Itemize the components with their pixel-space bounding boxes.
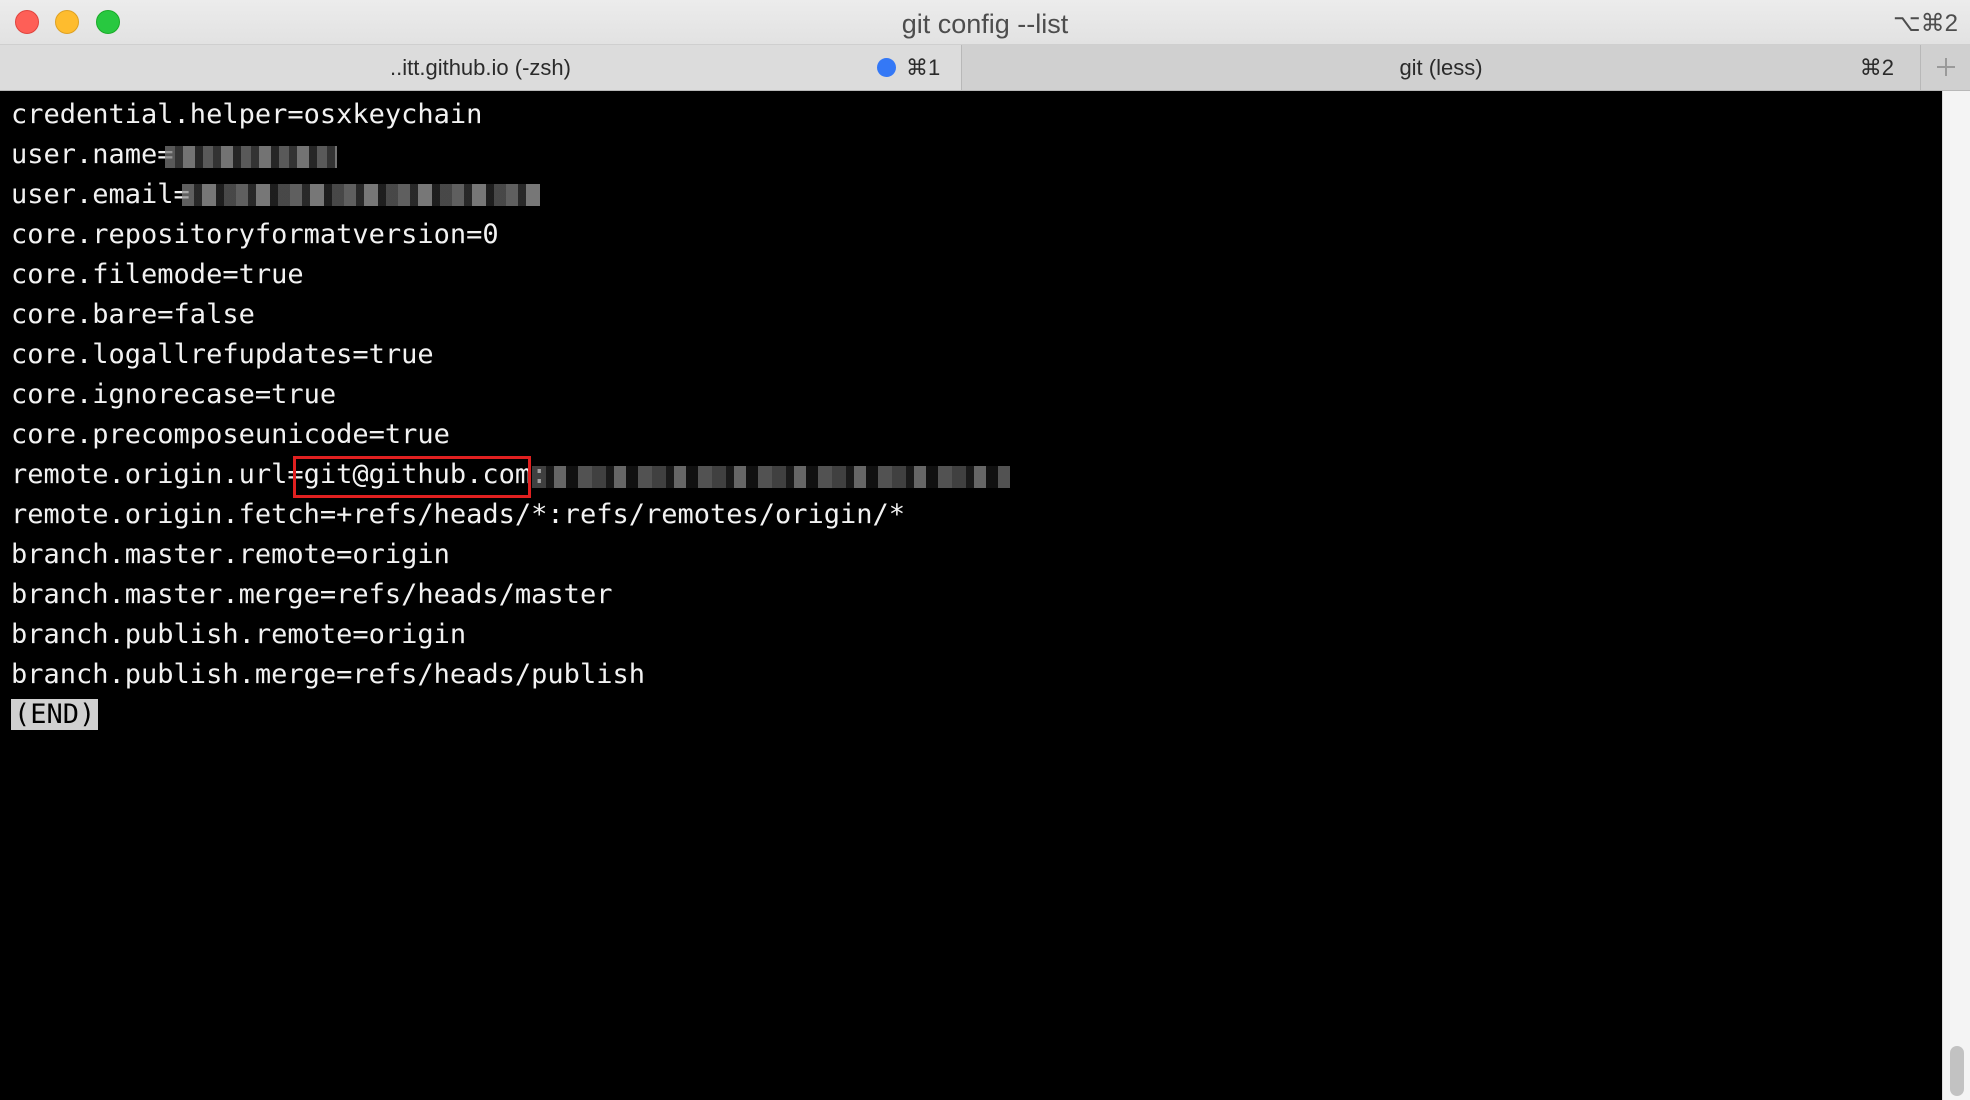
pager-end-marker: (END) — [11, 699, 99, 730]
terminal-window: git config --list ⌥⌘2 ..itt.github.io (-… — [0, 0, 1970, 1100]
terminal-line: credential.helper=osxkeychain — [11, 99, 483, 130]
redacted-user-name — [165, 146, 337, 168]
terminal-line: core.logallrefupdates=true — [11, 339, 434, 370]
redacted-repo-path — [532, 466, 1010, 488]
terminal-line: core.filemode=true — [11, 259, 304, 290]
terminal-line: branch.master.remote=origin — [11, 539, 450, 570]
highlight-annotation-box — [293, 456, 531, 498]
terminal-line: branch.master.merge=refs/heads/master — [11, 579, 613, 610]
tab-bar: ..itt.github.io (-zsh) ⌘1 git (less) ⌘2 — [0, 45, 1970, 91]
terminal-line: core.bare=false — [11, 299, 255, 330]
tab-zsh[interactable]: ..itt.github.io (-zsh) ⌘1 — [0, 45, 962, 90]
vertical-scrollbar[interactable] — [1942, 91, 1970, 1100]
tab-label: git (less) — [1399, 55, 1483, 80]
activity-dot-icon — [877, 58, 896, 77]
scrollbar-thumb[interactable] — [1950, 1046, 1964, 1096]
tab-git-less[interactable]: git (less) ⌘2 — [962, 45, 1920, 90]
terminal-line: core.precomposeunicode=true — [11, 419, 450, 450]
terminal-output[interactable]: credential.helper=osxkeychain user.name=… — [0, 91, 1942, 1100]
tab-label: ..itt.github.io (-zsh) — [390, 55, 571, 80]
terminal-line: branch.publish.remote=origin — [11, 619, 467, 650]
terminal-line: remote.origin.fetch=+refs/heads/*:refs/r… — [11, 499, 906, 530]
new-tab-button[interactable] — [1920, 45, 1970, 90]
pager-end-line: (END) — [11, 695, 99, 735]
title-bar[interactable]: git config --list ⌥⌘2 — [0, 0, 1970, 45]
tab-shortcut: ⌘2 — [1859, 55, 1894, 80]
terminal-line: user.name= — [11, 139, 174, 170]
terminal-line: user.email= — [11, 179, 190, 210]
terminal-line: core.repositoryformatversion=0 — [11, 219, 499, 250]
window-shortcut: ⌥⌘2 — [1892, 10, 1958, 37]
terminal-line: core.ignorecase=true — [11, 379, 337, 410]
terminal-line: branch.publish.merge=refs/heads/publish — [11, 659, 645, 690]
redacted-user-email — [182, 184, 540, 206]
window-title: git config --list — [901, 9, 1069, 39]
tab-shortcut: ⌘1 — [906, 55, 941, 80]
